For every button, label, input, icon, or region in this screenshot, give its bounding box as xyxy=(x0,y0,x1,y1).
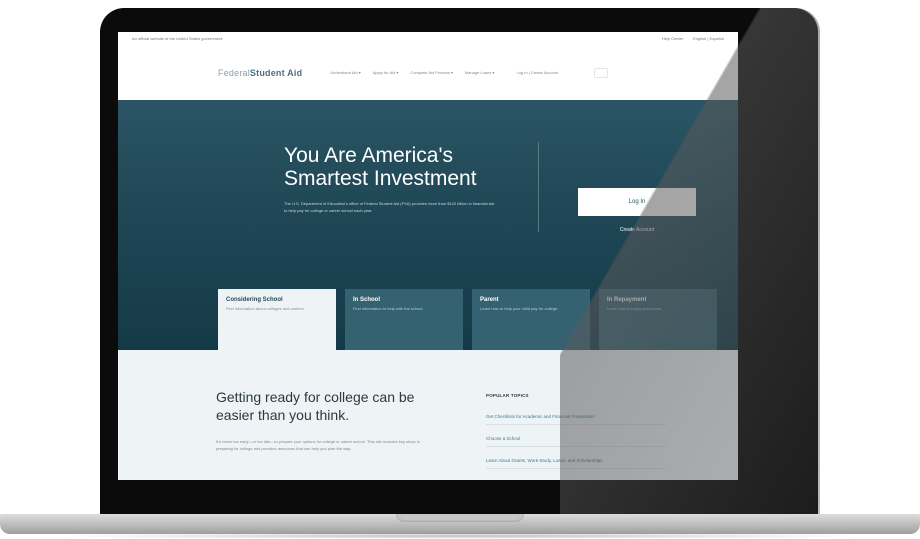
tab-title: Parent xyxy=(480,297,499,303)
laptop-notch xyxy=(396,514,524,522)
content-section: Getting ready for college can be easier … xyxy=(118,350,738,480)
utility-bar: An official website of the United States… xyxy=(118,32,738,45)
tab-title: In Repayment xyxy=(607,297,647,303)
tab-description: Find information about colleges and care… xyxy=(226,306,305,311)
hero-description: The U.S. Department of Education's offic… xyxy=(284,201,494,213)
laptop-shadow xyxy=(40,533,880,539)
tab-title: Considering School xyxy=(226,297,283,303)
help-center-link[interactable]: Help Center xyxy=(662,36,683,41)
tab-in-school[interactable]: In School Find information to help with … xyxy=(345,289,463,350)
language-toggle[interactable]: English | Español xyxy=(693,36,724,41)
hero-divider xyxy=(538,142,539,232)
create-account-link[interactable]: Create Account xyxy=(588,227,686,233)
section-title: Getting ready for college can be easier … xyxy=(216,389,415,423)
popular-topics-heading: POPULAR TOPICS xyxy=(486,393,529,398)
tab-parent[interactable]: Parent Learn how to help your child pay … xyxy=(472,289,590,350)
browser-screen: An official website of the United States… xyxy=(118,32,738,480)
popular-topic-link[interactable]: Learn About Grants, Work-Study, Loans, a… xyxy=(486,458,666,469)
nav-login-link[interactable]: Log In | Create Account xyxy=(516,70,558,75)
tab-considering-school[interactable]: Considering School Find information abou… xyxy=(218,289,336,350)
tab-description: Learn how to repay your loans. xyxy=(607,306,662,311)
hero-title: You Are America's Smartest Investment xyxy=(284,144,477,190)
popular-topic-link[interactable]: Choose a School xyxy=(486,436,666,447)
tab-title: In School xyxy=(353,297,380,303)
login-button[interactable]: Log In xyxy=(578,188,696,216)
tab-in-repayment[interactable]: In Repayment Learn how to repay your loa… xyxy=(599,289,717,350)
nav-apply-for-aid[interactable]: Apply for Aid xyxy=(373,70,399,75)
utility-links: Help Center English | Español xyxy=(662,36,724,41)
gov-banner-text: An official website of the United States… xyxy=(132,36,223,41)
search-icon[interactable] xyxy=(594,67,609,78)
site-logo[interactable]: FederalStudent Aid xyxy=(218,68,302,78)
nav-understand-aid[interactable]: Understand Aid xyxy=(330,70,360,75)
hero-section: You Are America's Smartest Investment Th… xyxy=(118,100,738,350)
popular-topic-link[interactable]: Get Checklists for Academic and Financia… xyxy=(486,414,666,425)
tab-description: Find information to help with the school… xyxy=(353,306,424,311)
nav-manage-loans[interactable]: Manage Loans xyxy=(465,70,495,75)
main-navbar: FederalStudent Aid Understand Aid Apply … xyxy=(118,45,738,101)
nav-complete-aid-process[interactable]: Complete Aid Process xyxy=(410,70,452,75)
tab-description: Learn how to help your child pay for col… xyxy=(480,306,559,311)
section-text: It's never too early—or too late—to prep… xyxy=(216,439,420,451)
